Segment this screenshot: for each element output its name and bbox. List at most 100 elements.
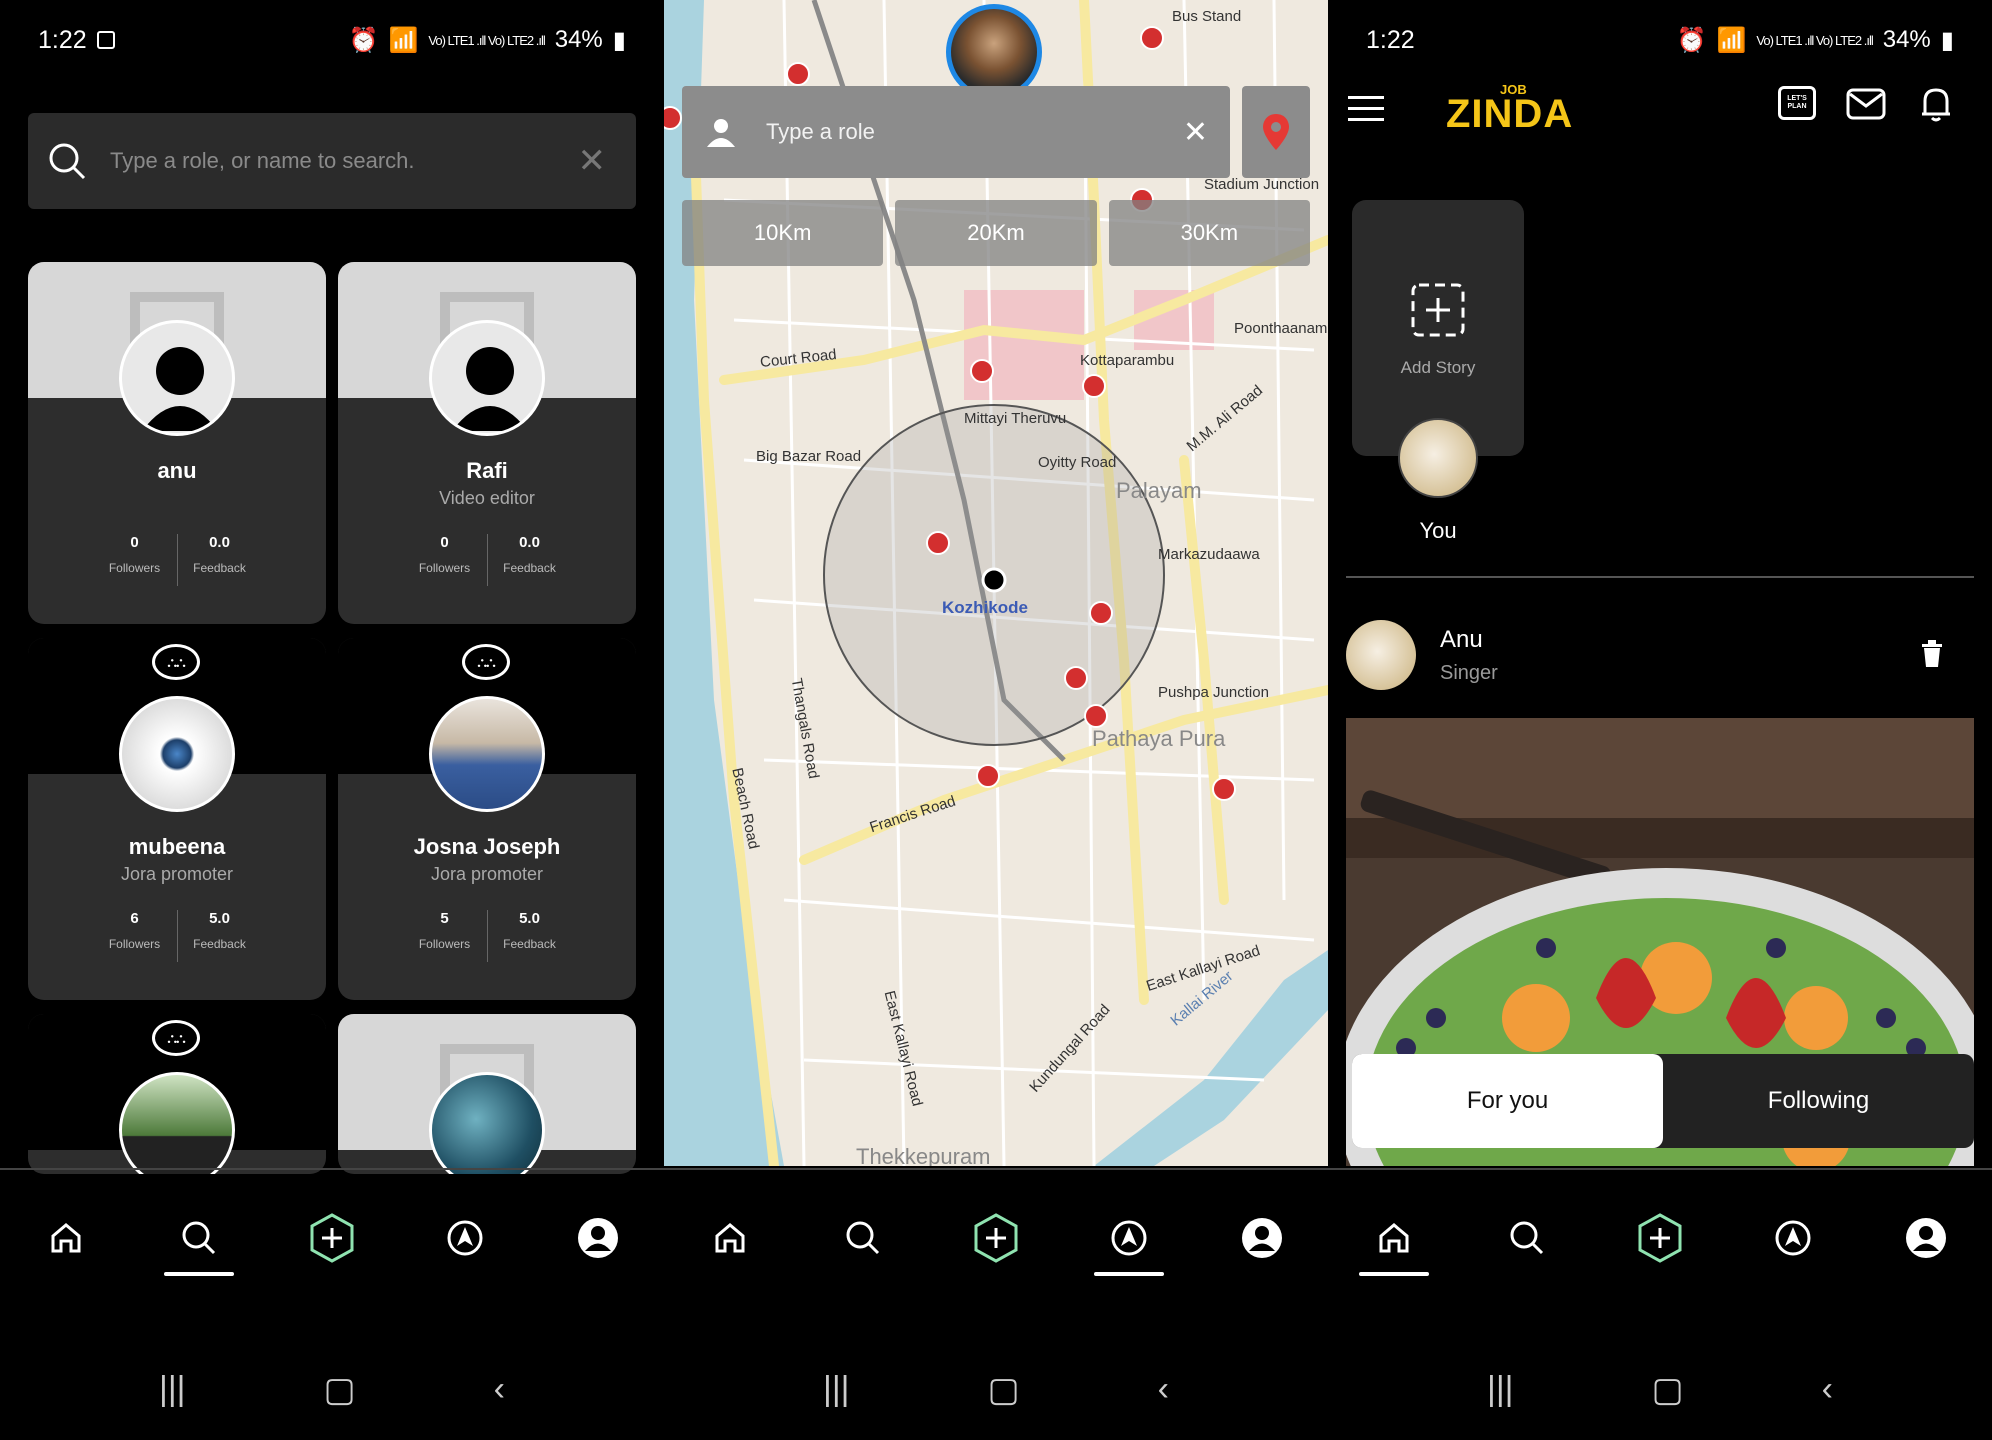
compass-icon <box>447 1220 483 1256</box>
feedback-score: 0.0 <box>209 534 230 551</box>
distance-filter: 10Km 20Km 30Km <box>682 200 1310 266</box>
search-icon <box>1510 1221 1544 1255</box>
status-time: 1:22 <box>38 25 87 54</box>
search-placeholder: Type a role, or name to search. <box>110 148 415 173</box>
alarm-icon: ⏰ <box>348 26 379 54</box>
home-button-icon[interactable]: ▢ <box>1652 1370 1684 1410</box>
profile-card-mubeena[interactable]: ⛬⛬ mubeena Jora promoter 6 Followers 5.0 F… <box>28 638 326 1000</box>
battery-icon: ▮ <box>1940 26 1954 54</box>
app-header: JOB ZINDA LET'S PLAN <box>1328 80 1992 150</box>
alarm-icon: ⏰ <box>1676 26 1707 54</box>
search-icon <box>846 1221 880 1255</box>
nav-explore[interactable] <box>1062 1198 1195 1278</box>
profile-role: Jora promoter <box>120 864 234 884</box>
nav-add[interactable] <box>266 1198 399 1278</box>
followers-count: 0 <box>440 534 449 551</box>
signal-text: Vo) LTE1 .ıll Vo) LTE2 .ıll <box>1756 32 1873 48</box>
recents-icon[interactable]: ||| <box>1487 1370 1514 1410</box>
nav-divider <box>0 1168 664 1170</box>
feedback-label: Feedback <box>503 561 556 575</box>
feedback-score: 5.0 <box>209 910 230 927</box>
nav-home[interactable] <box>664 1198 797 1278</box>
profile-card-anu[interactable]: anu 0 Followers 0.0 Feedback <box>28 262 326 624</box>
post-username[interactable]: Anu <box>1440 626 1483 654</box>
clear-icon[interactable]: ✕ <box>1183 115 1208 150</box>
home-icon <box>1379 1223 1409 1253</box>
compass-icon <box>1775 1220 1811 1256</box>
clear-icon[interactable]: ✕ <box>578 141 607 181</box>
nav-search[interactable] <box>1461 1198 1594 1278</box>
signal-text: Vo) LTE1 .ıll Vo) LTE2 .ıll <box>428 32 545 48</box>
nav-search[interactable] <box>797 1198 930 1278</box>
back-icon[interactable]: ‹ <box>1158 1370 1169 1410</box>
followers-label: Followers <box>108 561 161 575</box>
nav-search[interactable] <box>133 1198 266 1278</box>
nav-profile[interactable] <box>1859 1198 1992 1278</box>
brand-name: ZINDA <box>1446 92 1574 136</box>
search-icon <box>182 1221 216 1255</box>
nav-profile[interactable] <box>1195 1198 1328 1278</box>
profile-card-partial[interactable]: ⛬⛬ <box>28 1014 326 1174</box>
nav-home[interactable] <box>1328 1198 1461 1278</box>
profile-card-josna[interactable]: ⛬⛬ Josna Joseph Jora promoter 5 Followers… <box>338 638 636 1000</box>
followers-count: 0 <box>130 534 139 551</box>
nav-profile[interactable] <box>531 1198 664 1278</box>
map-label: Palayam <box>1116 478 1202 503</box>
map-label: Thekkepuram <box>856 1144 991 1166</box>
mail-icon[interactable] <box>1846 88 1886 120</box>
home-button-icon[interactable]: ▢ <box>324 1370 356 1410</box>
gallery-icon <box>96 31 115 49</box>
location-button[interactable] <box>1242 86 1310 178</box>
map-label: Pushpa Junction <box>1158 684 1269 701</box>
brand-logo-icon: ⛬⛬ <box>462 644 510 680</box>
post-role: Singer <box>1440 662 1498 684</box>
brand-logo-icon: ⛬⛬ <box>152 1020 200 1056</box>
post-avatar[interactable] <box>1346 620 1416 690</box>
person-icon <box>707 119 735 147</box>
home-button-icon[interactable]: ▢ <box>988 1370 1020 1410</box>
tab-following[interactable]: Following <box>1663 1054 1974 1148</box>
nav-explore[interactable] <box>1726 1198 1859 1278</box>
distance-30km[interactable]: 30Km <box>1108 200 1310 266</box>
menu-icon[interactable] <box>1348 94 1384 124</box>
recents-icon[interactable]: ||| <box>823 1370 850 1410</box>
feedback-score: 5.0 <box>519 910 540 927</box>
delete-icon[interactable] <box>1920 640 1944 668</box>
feedback-label: Feedback <box>503 937 556 951</box>
followers-count: 5 <box>440 910 449 927</box>
map-label: Big Bazar Road <box>756 448 862 465</box>
search-input[interactable]: Type a role, or name to search. ✕ <box>28 113 636 209</box>
role-search-input[interactable]: Type a role ✕ <box>682 86 1230 178</box>
notification-bell-icon[interactable] <box>1918 84 1954 124</box>
profile-card-partial[interactable] <box>338 1014 636 1174</box>
nav-explore[interactable] <box>398 1198 531 1278</box>
battery-text: 34% <box>554 26 603 53</box>
back-icon[interactable]: ‹ <box>1822 1370 1833 1410</box>
profile-icon <box>1241 1218 1282 1258</box>
chat-badge-text: LET'S PLAN <box>1787 95 1807 110</box>
followers-label: Followers <box>418 561 471 575</box>
distance-20km[interactable]: 20Km <box>895 200 1097 266</box>
status-time: 1:22 <box>1366 25 1415 54</box>
compass-icon <box>1111 1220 1147 1256</box>
avatar <box>429 320 545 436</box>
bottom-nav <box>664 1198 1328 1278</box>
profile-icon <box>577 1218 618 1258</box>
recents-icon[interactable]: ||| <box>159 1370 186 1410</box>
tab-for-you[interactable]: For you <box>1352 1054 1663 1148</box>
my-story-avatar[interactable] <box>1398 418 1478 498</box>
distance-10km[interactable]: 10Km <box>682 200 884 266</box>
wifi-icon: 📶 <box>1716 26 1747 54</box>
chat-button[interactable]: LET'S PLAN <box>1778 86 1816 120</box>
followers-count: 6 <box>130 910 139 927</box>
back-icon[interactable]: ‹ <box>494 1370 505 1410</box>
profile-card-rafi[interactable]: Rafi Video editor 0 Followers 0.0 Feedback <box>338 262 636 624</box>
map-label: Oyitty Road <box>1038 454 1117 471</box>
battery-text: 34% <box>1882 26 1931 53</box>
brand-logo: JOB ZINDA <box>1446 80 1573 137</box>
nav-home[interactable] <box>0 1198 133 1278</box>
system-nav: ||| ▢ ‹ <box>0 1370 664 1410</box>
map-label: Bus Stand <box>1172 8 1242 25</box>
nav-add[interactable] <box>1594 1198 1727 1278</box>
nav-add[interactable] <box>930 1198 1063 1278</box>
